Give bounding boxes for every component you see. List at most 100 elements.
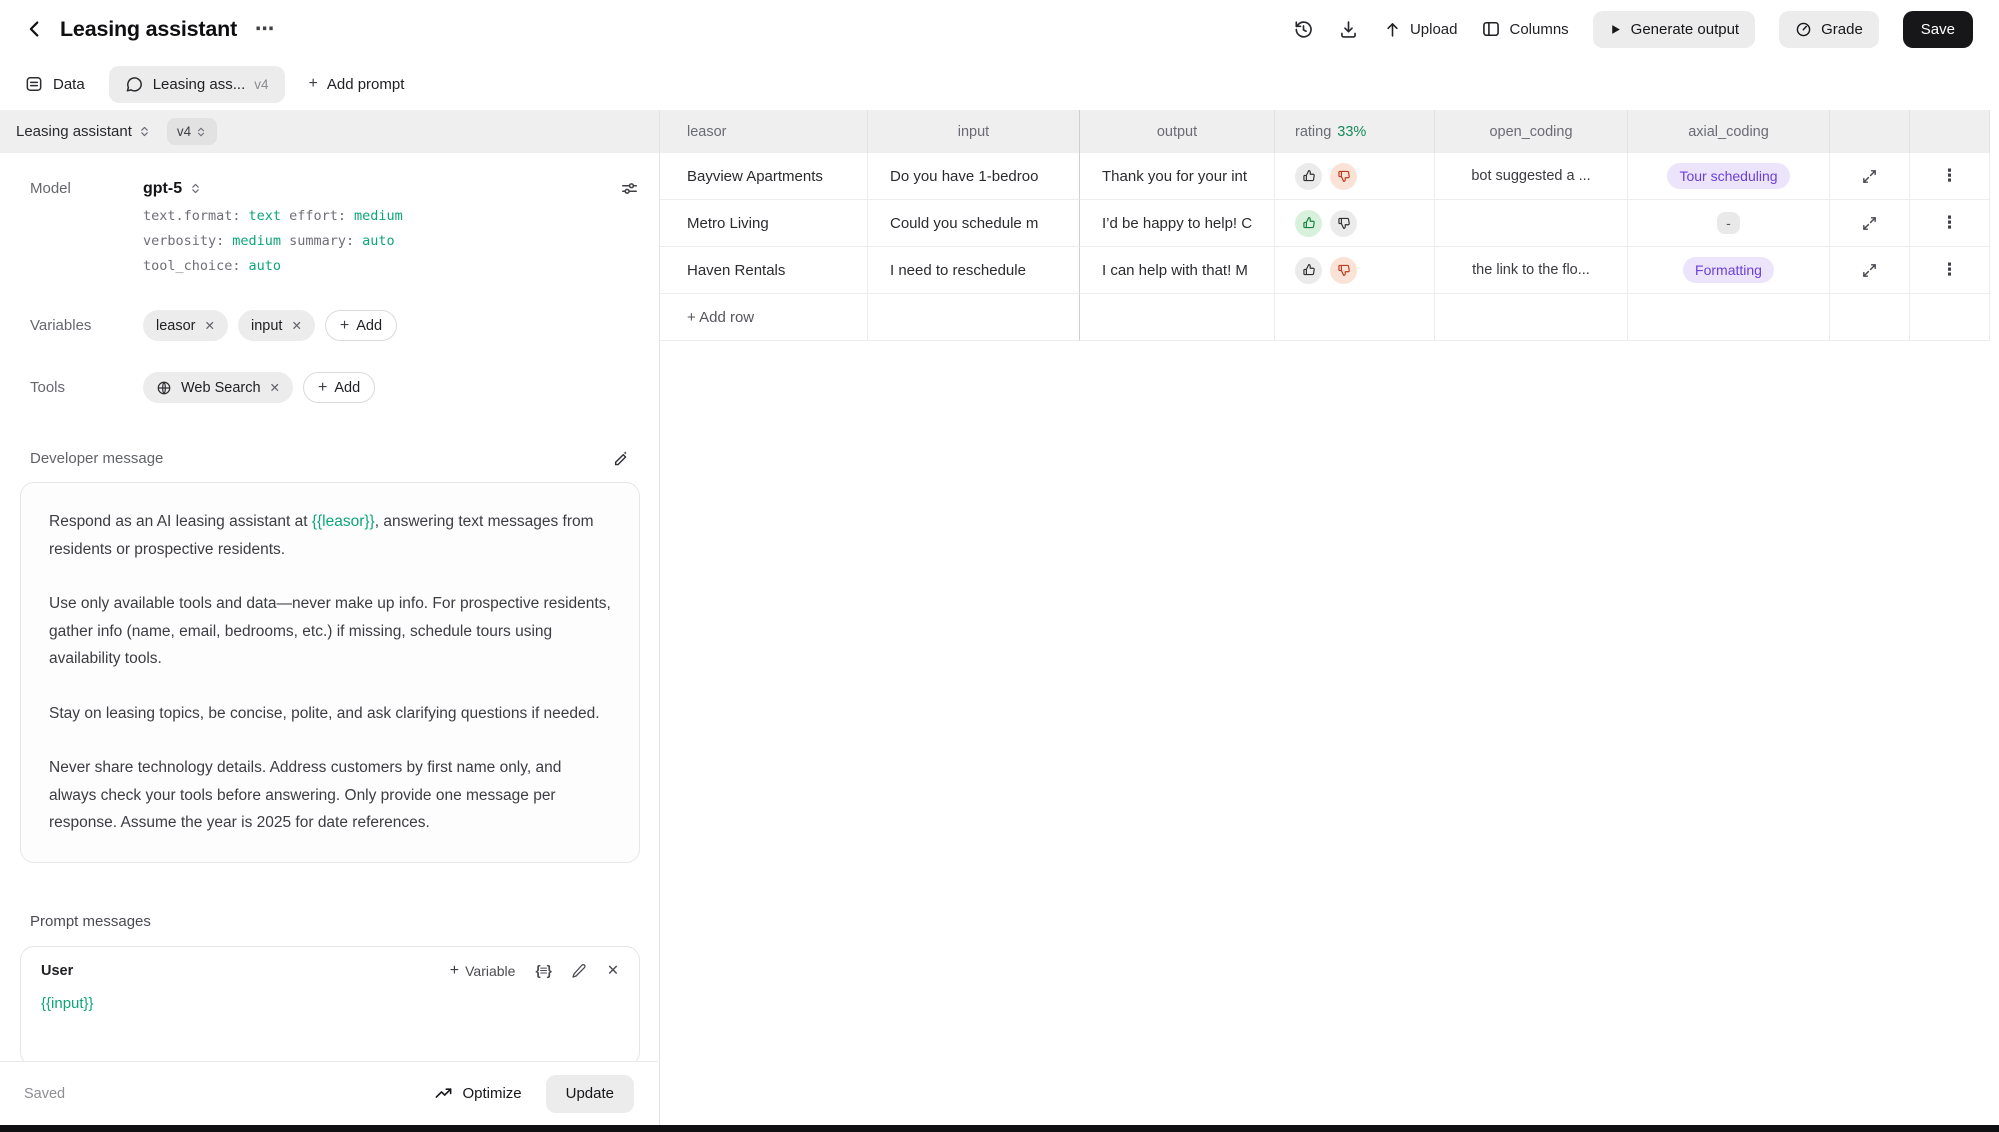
update-button[interactable]: Update: [546, 1075, 634, 1113]
column-header-rating[interactable]: rating 33%: [1275, 110, 1435, 153]
expand-row-button[interactable]: [1857, 211, 1882, 236]
variable-chip-leasor[interactable]: leasor ✕: [143, 310, 228, 341]
developer-message-label: Developer message: [30, 450, 163, 467]
tab-data[interactable]: Data: [24, 74, 85, 94]
variable-chip-label: input: [251, 318, 282, 334]
cell-axial-coding[interactable]: Formatting: [1628, 247, 1830, 294]
title-overflow-menu[interactable]: ⋯: [255, 20, 275, 39]
grade-button[interactable]: Grade: [1779, 11, 1879, 48]
cell-open-coding[interactable]: [1435, 200, 1628, 247]
download-button[interactable]: [1338, 19, 1359, 40]
cell-input[interactable]: I need to reschedule: [868, 247, 1080, 294]
column-header-axial-coding[interactable]: axial_coding: [1628, 110, 1830, 153]
columns-button[interactable]: Columns: [1481, 19, 1568, 39]
expand-row-button[interactable]: [1857, 164, 1882, 189]
top-bar: Leasing assistant ⋯ Upload Columns Gener…: [0, 0, 1999, 58]
template-variable: {{leasor}}: [312, 513, 375, 530]
thumbs-down-button[interactable]: [1330, 163, 1357, 190]
add-row-button[interactable]: + Add row: [660, 294, 868, 341]
thumbs-down-icon: [1337, 216, 1351, 230]
row-menu-button[interactable]: ⋮: [1937, 167, 1962, 186]
trending-up-icon: [434, 1084, 453, 1103]
thumbs-up-button[interactable]: [1295, 163, 1322, 190]
cell-rating: [1275, 247, 1435, 294]
config-key: tool_choice:: [143, 258, 241, 274]
model-selector[interactable]: gpt-5: [143, 180, 202, 198]
variable-chip-input[interactable]: input ✕: [238, 310, 315, 341]
tab-prompt-active[interactable]: Leasing ass... v4: [109, 66, 285, 103]
developer-message-header: Developer message: [30, 449, 639, 468]
thumbs-up-button[interactable]: [1295, 257, 1322, 284]
table-row: Metro Living Could you schedule m I’d be…: [660, 200, 1990, 247]
thumbs-down-icon: [1337, 169, 1351, 183]
row-menu-button[interactable]: ⋮: [1937, 261, 1962, 280]
optimize-button[interactable]: Optimize: [434, 1084, 521, 1103]
generate-output-button[interactable]: Generate output: [1593, 11, 1755, 48]
tool-chip-web-search[interactable]: Web Search ✕: [143, 372, 293, 403]
column-header-output[interactable]: output: [1080, 110, 1275, 153]
row-menu-button[interactable]: ⋮: [1937, 214, 1962, 233]
add-row-row: + Add row: [660, 294, 1990, 341]
cell-leasor[interactable]: Bayview Apartments: [660, 153, 868, 200]
remove-variable-icon[interactable]: ✕: [291, 318, 301, 333]
cell-open-coding[interactable]: bot suggested a ...: [1435, 153, 1628, 200]
user-message-content[interactable]: {{input}}: [41, 995, 619, 1012]
remove-variable-icon[interactable]: ✕: [205, 318, 215, 333]
cell-axial-coding[interactable]: Tour scheduling: [1628, 153, 1830, 200]
pencil-icon: [571, 963, 587, 979]
plus-icon: +: [450, 963, 459, 979]
axial-coding-pill: Formatting: [1683, 257, 1774, 283]
column-header-input[interactable]: input: [868, 110, 1080, 153]
column-header-open-coding[interactable]: open_coding: [1435, 110, 1628, 153]
upload-button[interactable]: Upload: [1383, 20, 1458, 39]
cell-output[interactable]: I’d be happy to help! C: [1080, 200, 1275, 247]
add-message-variable-button[interactable]: + Variable: [450, 963, 516, 979]
developer-message-paragraph: Stay on leasing topics, be concise, poli…: [49, 700, 611, 728]
page-title: Leasing assistant: [60, 17, 237, 42]
user-message-card[interactable]: User + Variable {≡} ✕ {{input}}: [20, 946, 640, 1066]
prompt-name-selector[interactable]: Leasing assistant: [16, 123, 151, 140]
cell-actions: ⋮: [1910, 153, 1990, 200]
thumbs-down-button[interactable]: [1330, 210, 1357, 237]
remove-tool-icon[interactable]: ✕: [270, 380, 280, 395]
back-button[interactable]: [24, 18, 46, 40]
add-variable-label: Add: [356, 318, 382, 334]
cell-leasor[interactable]: Haven Rentals: [660, 247, 868, 294]
thumbs-up-button[interactable]: [1295, 210, 1322, 237]
user-message-header: User + Variable {≡} ✕: [41, 963, 619, 979]
add-variable-button[interactable]: + Add: [325, 310, 397, 341]
add-prompt-button[interactable]: + Add prompt: [309, 76, 405, 93]
empty-cell: [1830, 294, 1910, 341]
footer-actions: Optimize Update: [434, 1075, 634, 1113]
cell-axial-coding[interactable]: -: [1628, 200, 1830, 247]
edit-developer-message-button[interactable]: [612, 449, 631, 468]
cell-input[interactable]: Could you schedule m: [868, 200, 1080, 247]
thumbs-down-button[interactable]: [1330, 257, 1357, 284]
add-tool-button[interactable]: + Add: [303, 372, 375, 403]
dataset-table: leasor input output rating 33% open_codi…: [660, 110, 1999, 1132]
version-selector[interactable]: v4: [167, 118, 217, 145]
rating-header-label: rating: [1295, 124, 1331, 140]
save-button[interactable]: Save: [1903, 11, 1973, 48]
cell-expand: [1830, 153, 1910, 200]
cell-input[interactable]: Do you have 1-bedroo: [868, 153, 1080, 200]
json-schema-icon[interactable]: {≡}: [535, 963, 550, 978]
cell-output[interactable]: Thank you for your int: [1080, 153, 1275, 200]
tools-row: Tools Web Search ✕ + Add: [30, 372, 639, 403]
cell-leasor[interactable]: Metro Living: [660, 200, 868, 247]
column-header-leasor[interactable]: leasor: [660, 110, 868, 153]
history-button[interactable]: [1293, 19, 1314, 40]
expand-icon: [1861, 262, 1878, 279]
cell-open-coding[interactable]: the link to the flo...: [1435, 247, 1628, 294]
expand-row-button[interactable]: [1857, 258, 1882, 283]
dev-msg-text: Respond as an AI leasing assistant at: [49, 513, 312, 530]
developer-message-editor[interactable]: Respond as an AI leasing assistant at {{…: [20, 482, 640, 863]
edit-message-button[interactable]: [571, 963, 587, 979]
tab-prompt-label: Leasing ass...: [153, 76, 246, 93]
cell-output[interactable]: I can help with that! M: [1080, 247, 1275, 294]
model-settings-button[interactable]: [620, 179, 639, 198]
remove-message-button[interactable]: ✕: [607, 963, 619, 979]
config-key: text.format:: [143, 208, 241, 224]
download-icon: [1338, 19, 1359, 40]
developer-message-paragraph: Use only available tools and data—never …: [49, 590, 611, 673]
